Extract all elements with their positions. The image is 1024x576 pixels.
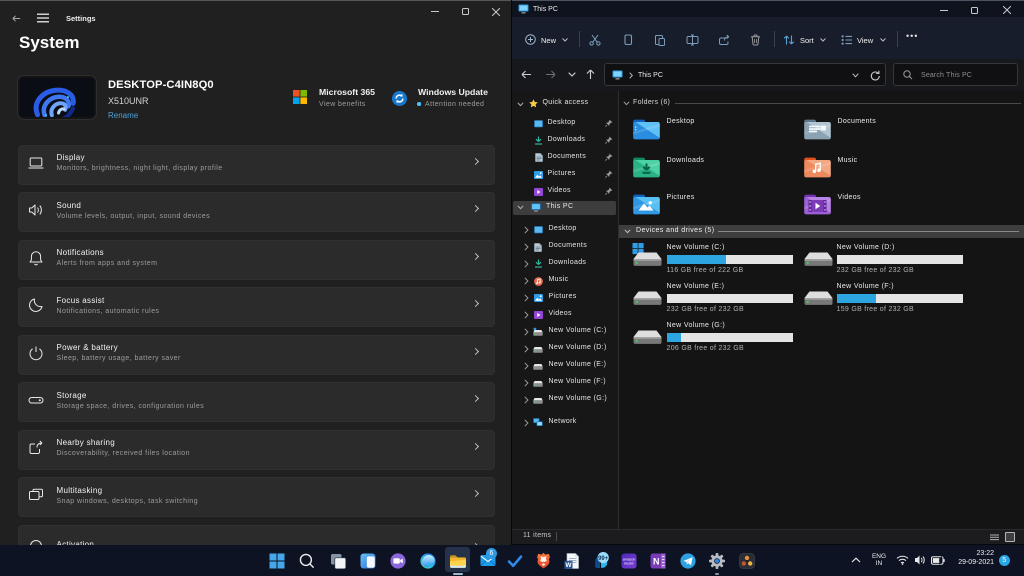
svg-text:W: W [565,562,572,569]
svg-text:music: music [624,561,634,565]
svg-text:99+: 99+ [598,555,609,561]
svg-text:N: N [653,556,660,566]
